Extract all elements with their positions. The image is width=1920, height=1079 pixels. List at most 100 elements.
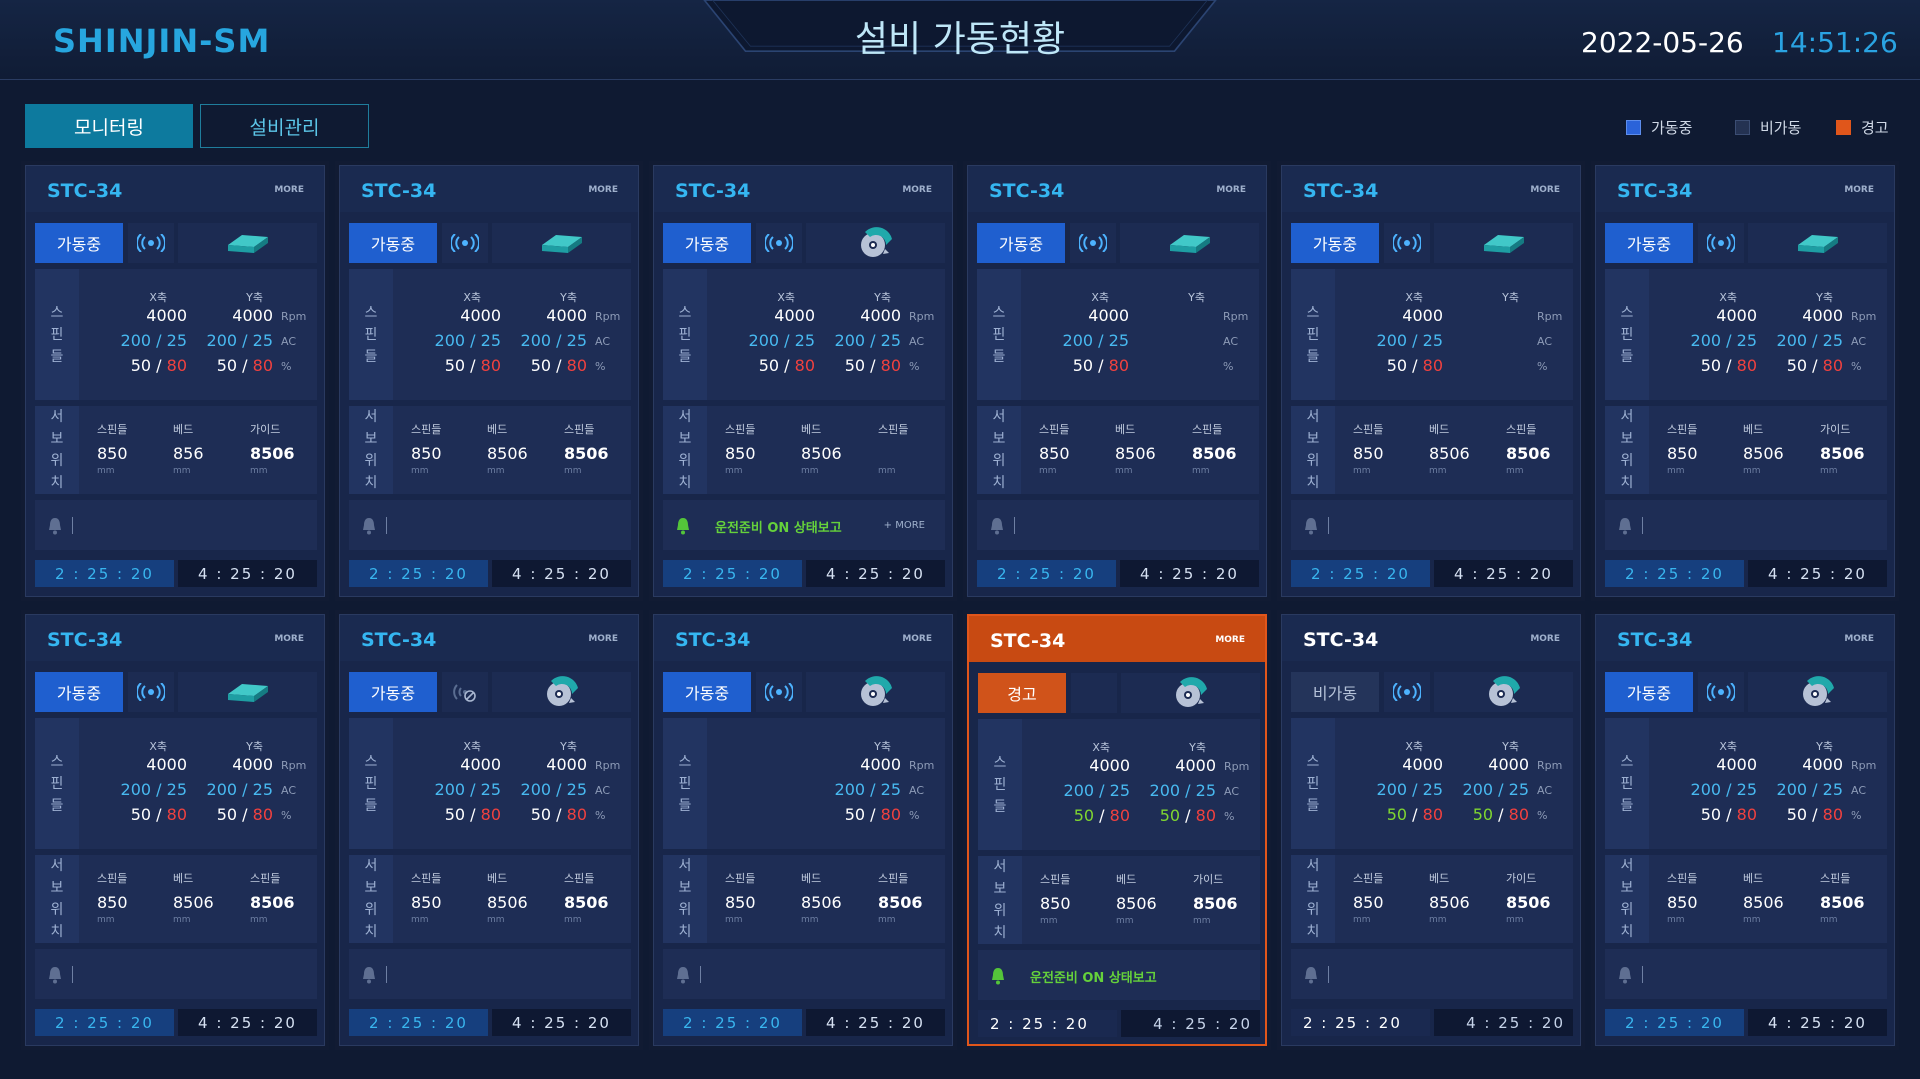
spindle-label-char: 스: [993, 754, 1007, 771]
time-row: 2 : 25 : 20 4 : 25 : 20: [349, 1009, 631, 1036]
spindle-panel: 스 핀 들 X축 4000 200 / 25 50 / 80 Y축 Rpm AC%: [977, 269, 1259, 400]
servo-unit: mm: [878, 915, 896, 925]
alarm-panel: [1605, 500, 1887, 550]
equipment-card[interactable]: STC-34 MORE 가동중 스 핀 들 X축 4000 200 / 25 50 / 80…: [339, 165, 639, 597]
y-ac: 200 / 25: [1776, 331, 1843, 350]
x-load-max: 80: [1736, 356, 1757, 375]
tab-equipment-management[interactable]: 설비관리: [200, 104, 369, 148]
card-more-link[interactable]: MORE: [1215, 635, 1245, 645]
servo-header: 베드: [173, 872, 194, 885]
status-button[interactable]: 가동중: [1605, 223, 1693, 263]
status-button[interactable]: 가동중: [35, 223, 123, 263]
servo-label-char: 위: [1306, 902, 1320, 918]
status-button[interactable]: 비가동: [1291, 672, 1379, 712]
equipment-card[interactable]: STC-34 MORE 가동중 스 핀 들 X축 4000 200 / 25 50 / 80…: [1595, 165, 1895, 597]
unit-rpm: Rpm: [909, 759, 935, 772]
alarm-more-link[interactable]: + MORE: [884, 520, 925, 531]
x-load-max: 80: [1422, 805, 1443, 824]
servo-label-char: 치: [1306, 924, 1320, 940]
bell-icon: [991, 518, 1003, 535]
card-more-link[interactable]: MORE: [274, 185, 304, 195]
equipment-card[interactable]: STC-34 MORE 가동중 스 핀 들 X축 4000 200 / 25 50 / 80…: [967, 165, 1267, 597]
card-more-link[interactable]: MORE: [1844, 185, 1874, 195]
status-button[interactable]: 가동중: [349, 223, 437, 263]
equipment-card[interactable]: STC-34 MORE 가동중 스 핀 들 X축 4000 200 / 25 50 / 80…: [25, 614, 325, 1046]
status-row: 가동중: [349, 223, 631, 263]
servo-label-char: 서: [1306, 858, 1320, 874]
servo-value: 8506: [1429, 893, 1470, 912]
servo-label-char: 위: [1620, 902, 1634, 918]
spindle-panel: 스 핀 들 X축 4000 200 / 25 50 / 80 Y축 Rpm AC%: [1291, 269, 1573, 400]
x-axis-header: X축: [463, 291, 481, 304]
total-time: 4 : 25 : 20: [178, 560, 317, 587]
alarm-panel: [349, 500, 631, 550]
saw-tool-icon: [1802, 676, 1834, 706]
equipment-card[interactable]: STC-34 MORE 가동중 스 핀 들 X축 4000 200 / 25 50 / 80…: [339, 614, 639, 1046]
servo-unit: mm: [1667, 466, 1685, 476]
x-load-max: 80: [1109, 806, 1130, 825]
unit-ac: AC: [281, 335, 297, 348]
equipment-card[interactable]: STC-34 MORE 가동중 스 핀 들 X축 4000 200 / 25 50 / 80…: [1281, 165, 1581, 597]
servo-unit: mm: [250, 915, 268, 925]
servo-value: 8506: [564, 893, 609, 912]
card-more-link[interactable]: MORE: [1530, 185, 1560, 195]
y-ac: 200 / 25: [1776, 780, 1843, 799]
servo-value: 8506: [878, 893, 923, 912]
status-button[interactable]: 가동중: [663, 672, 751, 712]
servo-label-char: 치: [1306, 475, 1320, 491]
status-button[interactable]: 가동중: [977, 223, 1065, 263]
status-button[interactable]: 경고: [978, 673, 1066, 713]
equipment-card[interactable]: STC-34 MORE 비가동 스 핀 들 X축 4000 200 / 25 50 / 80…: [1281, 614, 1581, 1046]
servo-panel: 서 보 위 치 스핀들 850 mm 베드 8506 mm 가이드 8506 mm: [1605, 406, 1887, 494]
card-more-link[interactable]: MORE: [588, 185, 618, 195]
servo-label-char: 서: [1306, 409, 1320, 425]
plate-tool-icon: [227, 235, 268, 253]
y-load-value: 50: [1786, 805, 1808, 824]
card-more-link[interactable]: MORE: [274, 634, 304, 644]
status-button[interactable]: 가동중: [35, 672, 123, 712]
equipment-card[interactable]: STC-34 MORE 가동중 스 핀 들 Y축 4000 200 / 25 50 / 80…: [653, 614, 953, 1046]
spindle-label-char: 핀: [1620, 326, 1634, 343]
tab-monitoring[interactable]: 모니터링: [25, 104, 193, 148]
card-more-link[interactable]: MORE: [902, 185, 932, 195]
y-load-value: 50: [844, 805, 866, 824]
spindle-panel: 스 핀 들 X축 4000 200 / 25 50 / 80 Y축 4000 200 / 25 50…: [349, 718, 631, 849]
card-more-link[interactable]: MORE: [1216, 185, 1246, 195]
servo-label: 서보위치: [978, 856, 1022, 944]
servo-label-char: 보: [678, 431, 692, 447]
servo-value: 850: [97, 893, 128, 912]
card-more-link[interactable]: MORE: [1530, 634, 1560, 644]
servo-label-char: 위: [993, 903, 1007, 919]
servo-label-char: 위: [1306, 453, 1320, 469]
spindle-label-char: 들: [50, 348, 64, 365]
unit-ac: AC: [909, 784, 925, 797]
card-more-link[interactable]: MORE: [902, 634, 932, 644]
servo-label: 서보위치: [663, 406, 707, 494]
signal-icon: [1393, 234, 1421, 252]
x-rpm: 4000: [460, 755, 501, 774]
status-button[interactable]: 가동중: [1291, 223, 1379, 263]
servo-label-char: 서: [678, 858, 692, 874]
plate-tool-icon: [541, 235, 582, 253]
equipment-card[interactable]: STC-34 MORE 가동중 스 핀 들 X축 4000 200 / 25 50 / 80…: [1595, 614, 1895, 1046]
servo-label-char: 위: [50, 453, 64, 469]
card-more-link[interactable]: MORE: [1844, 634, 1874, 644]
signal-cell: [1384, 223, 1430, 263]
card-header: STC-34 MORE: [969, 616, 1265, 662]
unit-rpm: Rpm: [1537, 759, 1563, 772]
servo-value: 8506: [1506, 893, 1551, 912]
equipment-card[interactable]: STC-34 MORE 가동중 스 핀 들 X축 4000 200 / 25 50 / 80…: [653, 165, 953, 597]
equipment-card[interactable]: STC-34 MORE 가동중 스 핀 들 X축 4000 200 / 25 50 / 80…: [25, 165, 325, 597]
equipment-card[interactable]: STC-34 MORE 경고 스 핀 들 X축 4000 200 / 25 50 / 80 Y…: [967, 614, 1267, 1046]
alarm-divider: [1328, 517, 1329, 534]
current-date: 2022-05-26: [1581, 26, 1744, 59]
status-button[interactable]: 가동중: [1605, 672, 1693, 712]
servo-label-char: 위: [364, 902, 378, 918]
run-time: 2 : 25 : 20: [349, 560, 488, 587]
signal-cell: [128, 672, 174, 712]
card-more-link[interactable]: MORE: [588, 634, 618, 644]
signal-off-icon: [453, 684, 476, 702]
unit-rpm: Rpm: [595, 759, 621, 772]
status-button[interactable]: 가동중: [663, 223, 751, 263]
status-button[interactable]: 가동중: [349, 672, 437, 712]
